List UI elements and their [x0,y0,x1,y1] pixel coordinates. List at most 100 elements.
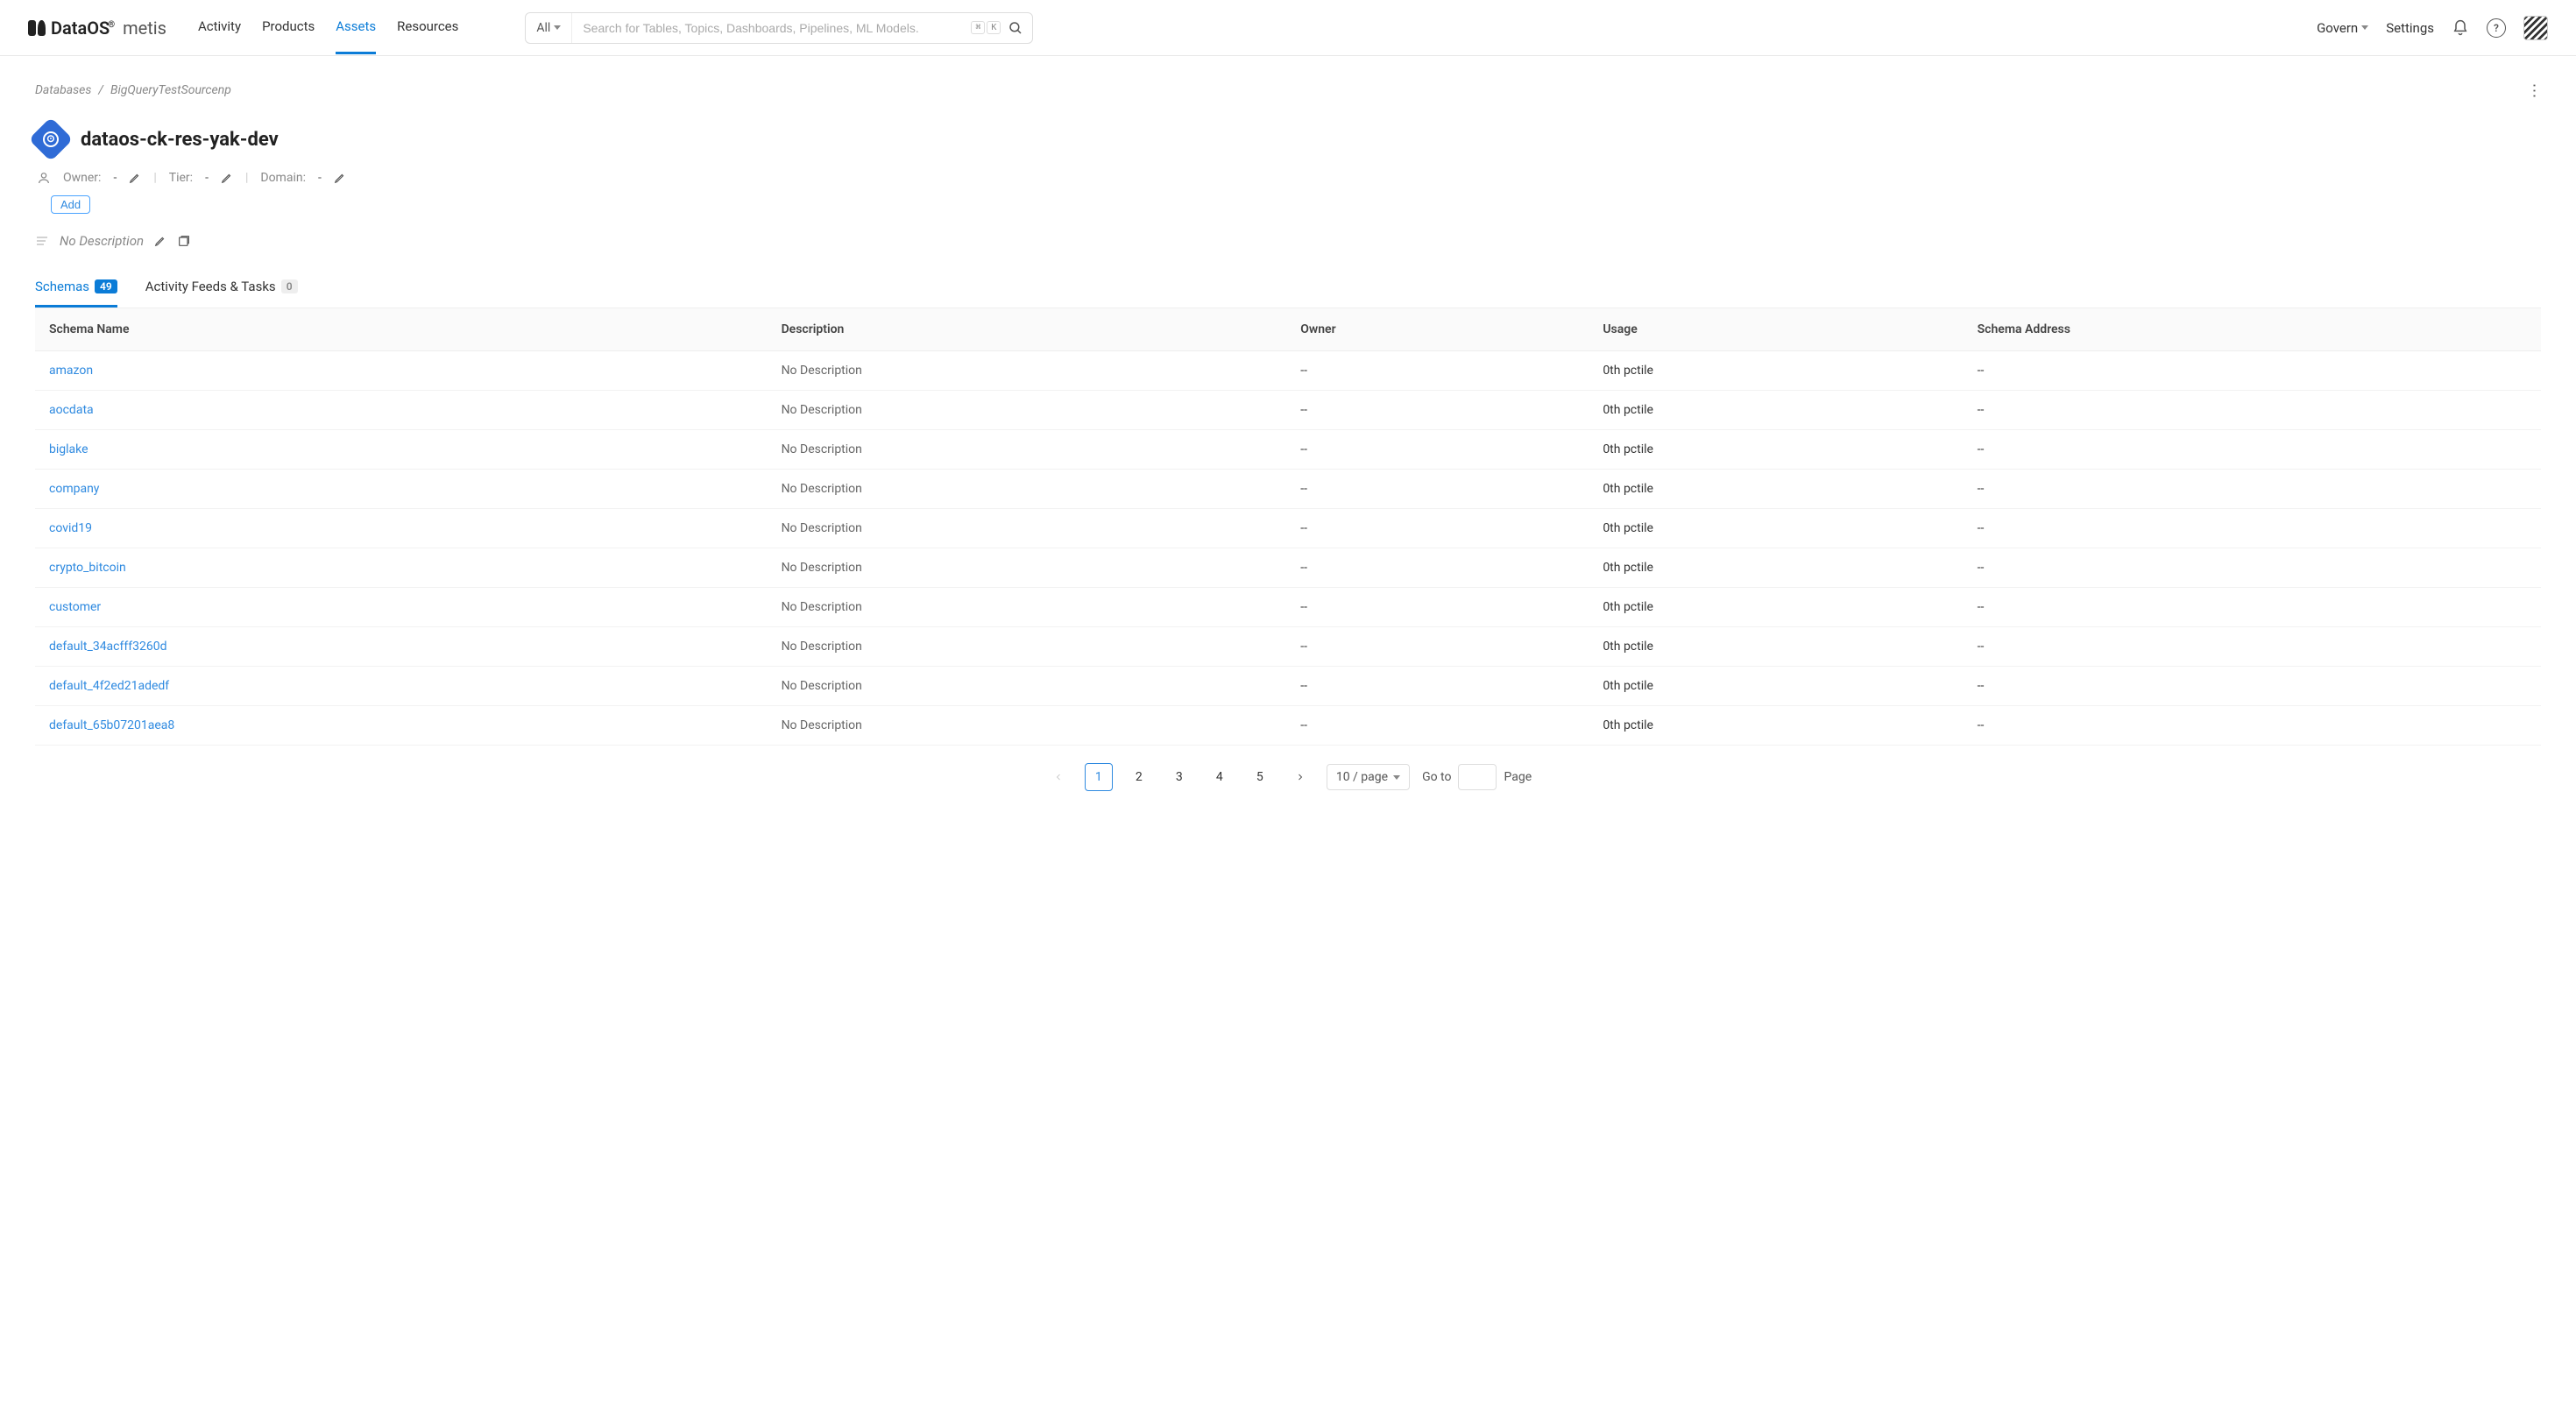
row-usage: 0th pctile [1589,706,1963,746]
table-row: default_65b07201aea8 No Description--0th … [35,706,2541,746]
table-row: default_34acfff3260d No Description--0th … [35,627,2541,667]
row-owner: -- [1286,548,1589,588]
pagination-prev[interactable] [1044,763,1072,791]
col-schema-address: Schema Address [1964,308,2541,351]
global-search: All ⌘ K [525,12,1033,44]
row-usage: 0th pctile [1589,667,1963,706]
app-logo[interactable]: DataOS® metis [28,18,166,39]
row-usage: 0th pctile [1589,509,1963,548]
goto-page-input[interactable] [1458,764,1497,790]
pagination-page[interactable]: 3 [1165,763,1193,791]
edit-description-icon[interactable] [154,235,166,247]
more-menu-icon[interactable]: ⋯ [2525,83,2544,97]
owner-value: - [113,171,117,185]
search-input[interactable] [572,21,971,35]
table-row: companyNo Description--0th pctile-- [35,470,2541,509]
row-usage: 0th pctile [1589,627,1963,667]
row-address: -- [1964,588,2541,627]
table-row: amazonNo Description--0th pctile-- [35,351,2541,391]
row-description: No Description [768,509,1287,548]
pagination-page[interactable]: 5 [1246,763,1274,791]
pagination: 12345 10 / page Go to Page [35,763,2541,809]
page-size-select[interactable]: 10 / page [1327,764,1410,790]
row-description: No Description [768,627,1287,667]
breadcrumb-sep: / [98,83,103,97]
search-icon[interactable] [1008,20,1023,36]
tier-value: - [205,171,209,185]
row-description: No Description [768,351,1287,391]
pagination-page[interactable]: 4 [1206,763,1234,791]
schema-name-link[interactable]: aocdata [49,403,94,417]
row-usage: 0th pctile [1589,548,1963,588]
breadcrumb: Databases / BigQueryTestSourcenp [35,83,231,97]
nav-assets[interactable]: Assets [336,1,376,54]
breadcrumb-root[interactable]: Databases [35,83,91,97]
row-address: -- [1964,391,2541,430]
domain-value: - [318,171,322,185]
description-lines-icon [35,234,49,248]
row-owner: -- [1286,430,1589,470]
edit-owner-icon[interactable] [129,172,141,184]
govern-label: Govern [2317,20,2358,36]
schema-name-link[interactable]: biglake [49,442,88,456]
description-placeholder: No Description [60,233,144,249]
row-usage: 0th pctile [1589,470,1963,509]
chevron-down-icon [2361,25,2368,30]
row-address: -- [1964,351,2541,391]
row-description: No Description [768,548,1287,588]
pagination-next[interactable] [1286,763,1314,791]
row-owner: -- [1286,588,1589,627]
page-size-label: 10 / page [1336,770,1388,784]
row-usage: 0th pctile [1589,430,1963,470]
settings-link[interactable]: Settings [2386,20,2434,36]
row-description: No Description [768,706,1287,746]
row-owner: -- [1286,627,1589,667]
schema-name-link[interactable]: default_34acfff3260d [49,640,166,654]
col-description: Description [768,308,1287,351]
schema-name-link[interactable]: customer [49,600,101,614]
row-owner: -- [1286,509,1589,548]
user-avatar[interactable] [2523,16,2548,40]
breadcrumb-current[interactable]: BigQueryTestSourcenp [110,83,231,97]
row-description: No Description [768,667,1287,706]
domain-label: Domain: [260,171,306,185]
row-description: No Description [768,588,1287,627]
person-icon [37,171,51,185]
row-address: -- [1964,548,2541,588]
schema-name-link[interactable]: covid19 [49,521,92,535]
tab-activity[interactable]: Activity Feeds & Tasks 0 [145,279,298,308]
help-icon[interactable]: ? [2487,18,2506,38]
schema-name-link[interactable]: amazon [49,364,93,378]
govern-dropdown[interactable]: Govern [2317,20,2368,36]
col-owner: Owner [1286,308,1589,351]
edit-tier-icon[interactable] [221,172,233,184]
schema-name-link[interactable]: crypto_bitcoin [49,561,126,575]
tab-schemas[interactable]: Schemas 49 [35,279,117,308]
schema-name-link[interactable]: company [49,482,99,496]
nav-resources[interactable]: Resources [397,1,458,54]
schema-name-link[interactable]: default_4f2ed21adedf [49,679,169,693]
row-owner: -- [1286,391,1589,430]
row-usage: 0th pctile [1589,391,1963,430]
add-tag-button[interactable]: Add [51,195,90,214]
bell-icon[interactable] [2452,19,2469,37]
brand-product: metis [123,18,166,39]
page-title: dataos-ck-res-yak-dev [81,129,279,151]
brand-reg: ® [108,20,115,30]
schema-name-link[interactable]: default_65b07201aea8 [49,718,174,732]
nav-products[interactable]: Products [262,1,315,54]
edit-domain-icon[interactable] [334,172,346,184]
table-row: covid19No Description--0th pctile-- [35,509,2541,548]
row-description: No Description [768,391,1287,430]
search-scope-dropdown[interactable]: All [526,13,572,43]
search-kbd-hint: ⌘ K [971,21,1001,34]
database-source-icon: ⵙ [29,117,74,162]
goto-label: Go to [1422,770,1451,784]
pagination-page[interactable]: 1 [1085,763,1113,791]
tier-label: Tier: [169,171,193,185]
row-owner: -- [1286,706,1589,746]
pagination-page[interactable]: 2 [1125,763,1153,791]
nav-activity[interactable]: Activity [198,1,241,54]
row-address: -- [1964,667,2541,706]
request-description-icon[interactable] [177,234,191,248]
